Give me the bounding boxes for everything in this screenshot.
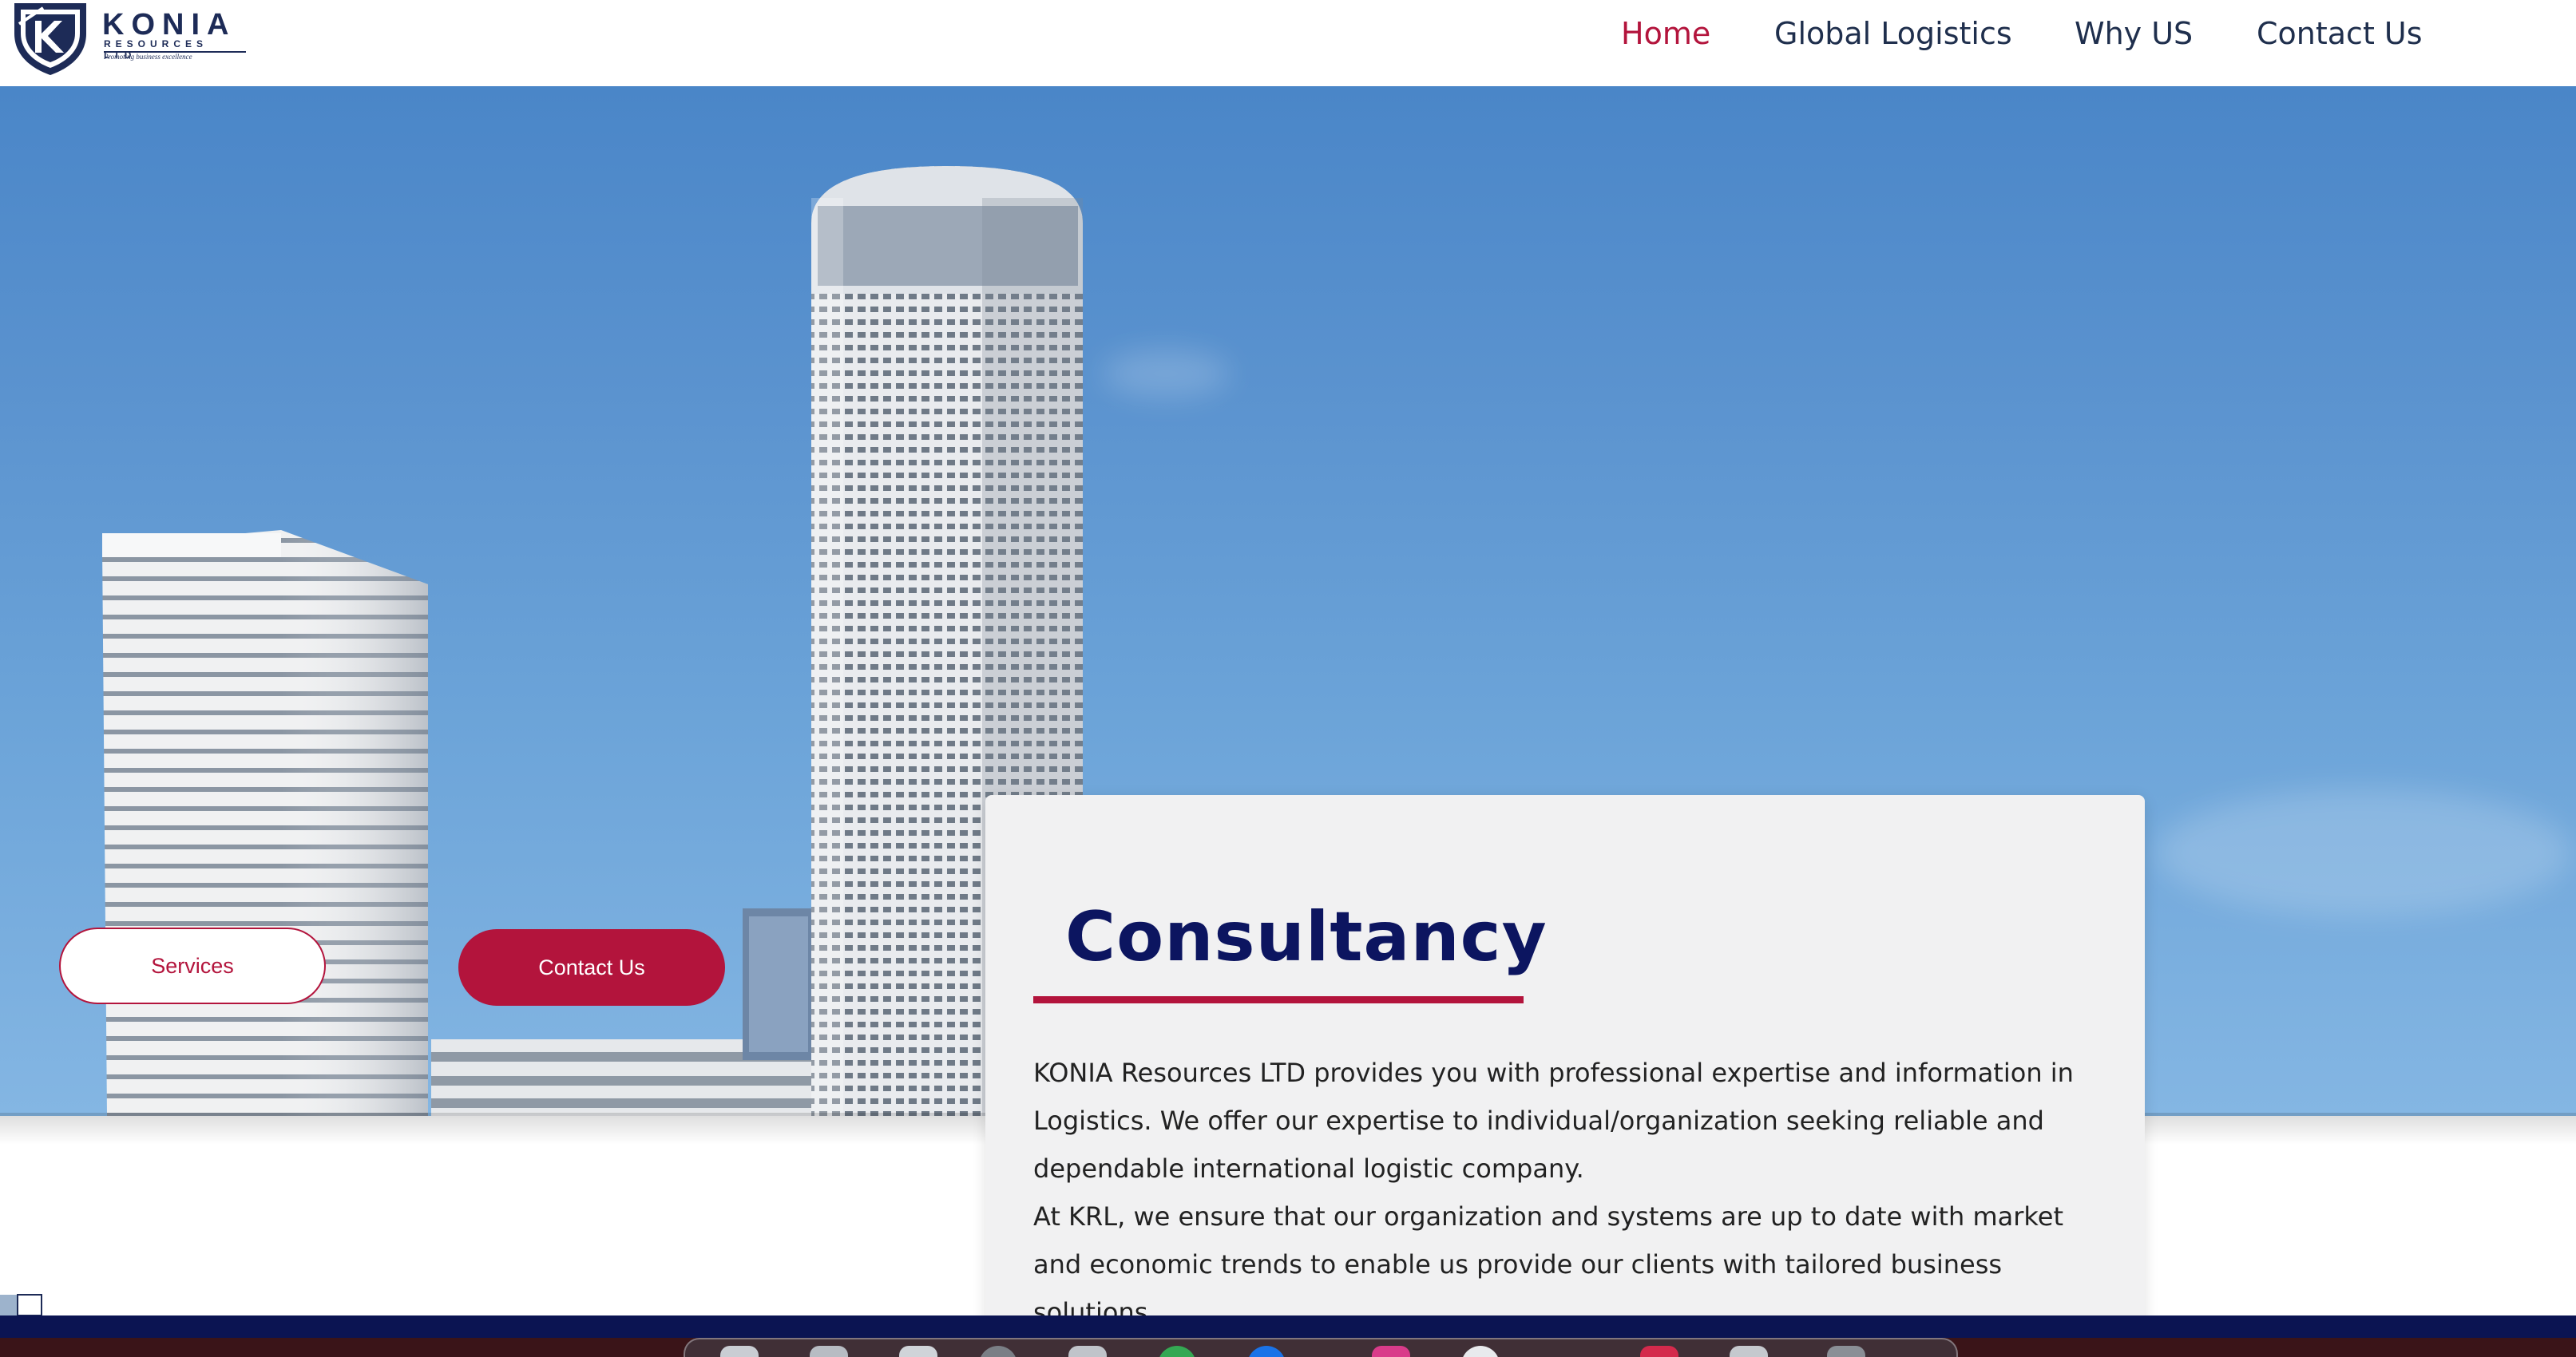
dock-app-icon[interactable] [1730,1346,1768,1357]
konia-logo[interactable]: KONIA RESOURCES LTD Promoting business e… [11,0,246,78]
card-title: Consultancy [1065,897,1548,977]
card-paragraph-2: At KRL, we ensure that our organization … [1033,1201,2064,1327]
system-dock [684,1338,1958,1357]
dock-app-icon[interactable] [1461,1346,1500,1357]
logo-wordmark: KONIA [102,8,236,42]
dock-app-icon[interactable] [1247,1346,1286,1357]
contact-us-button[interactable]: Contact Us [458,929,725,1006]
nav-global-logistics[interactable]: Global Logistics [1774,11,2012,56]
dock-app-icon[interactable] [1640,1346,1678,1357]
footer-band [0,1315,2576,1338]
card-body: KONIA Resources LTD provides you with pr… [1033,1049,2095,1336]
dock-app-icon[interactable] [1827,1346,1865,1357]
dock-app-icon[interactable] [979,1346,1017,1357]
dock-app-icon[interactable] [1158,1346,1196,1357]
consultancy-card: Consultancy KONIA Resources LTD provides… [985,795,2145,1357]
logo-tagline: Promoting business excellence [104,53,192,61]
card-paragraph-1: KONIA Resources LTD provides you with pr… [1033,1058,2074,1184]
title-underline [1033,996,1524,1003]
site-header: KONIA RESOURCES LTD Promoting business e… [0,0,2576,86]
dock-app-icon[interactable] [899,1346,937,1357]
dock-app-icon[interactable] [1372,1346,1410,1357]
dock-app-icon[interactable] [810,1346,848,1357]
nav-why-us[interactable]: Why US [2075,11,2193,56]
nav-home[interactable]: Home [1621,11,1710,56]
services-button[interactable]: Services [59,928,326,1004]
dock-app-icon[interactable] [720,1346,759,1357]
shield-logo-icon [14,3,86,75]
nav-contact-us[interactable]: Contact Us [2257,11,2423,56]
dock-app-icon[interactable] [1068,1346,1107,1357]
left-office-building [102,530,428,1116]
